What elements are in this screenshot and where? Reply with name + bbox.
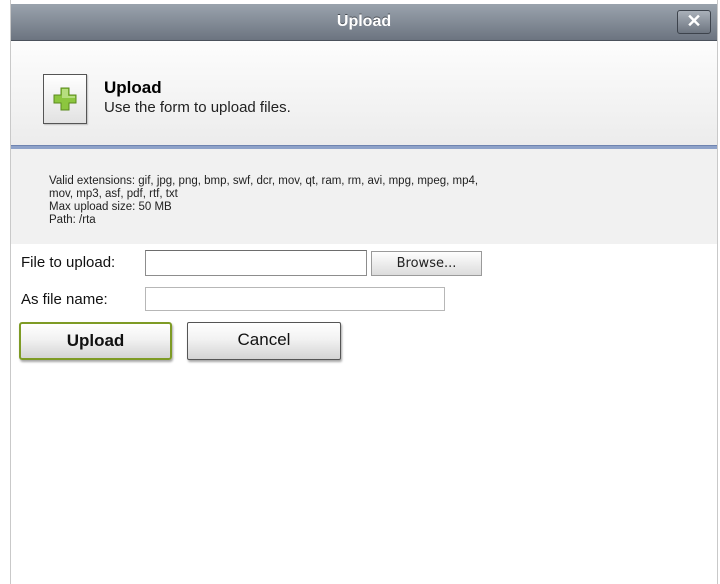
upload-icon-box	[43, 74, 87, 124]
cancel-button[interactable]: Cancel	[187, 322, 341, 360]
title-bar[interactable]: Upload ✕	[11, 4, 717, 41]
upload-info: Valid extensions: gif, jpg, png, bmp, sw…	[49, 175, 689, 227]
upload-button[interactable]: Upload	[19, 322, 172, 360]
close-icon: ✕	[686, 11, 702, 31]
file-name-input[interactable]	[145, 287, 445, 311]
file-name-label: As file name:	[21, 291, 108, 308]
valid-extensions-text: Valid extensions: gif, jpg, png, bmp, sw…	[49, 175, 479, 187]
window-title: Upload	[336, 13, 392, 30]
header-title: Upload	[104, 78, 162, 97]
file-path-input[interactable]	[145, 250, 367, 276]
close-button[interactable]: ✕	[677, 10, 711, 34]
file-to-upload-label: File to upload:	[21, 254, 116, 271]
info-panel: Valid extensions: gif, jpg, png, bmp, sw…	[11, 149, 717, 244]
valid-extensions-text-cont: mov, mp3, asf, pdf, rtf, txt	[49, 188, 178, 200]
plus-icon	[53, 87, 77, 111]
upload-dialog: Upload ✕ Upload Use the form to upload f…	[10, 0, 718, 584]
max-upload-size-text: Max upload size: 50 MB	[49, 201, 172, 213]
browse-button[interactable]: Browse...	[371, 251, 482, 276]
header-subtitle: Use the form to upload files.	[104, 99, 291, 116]
path-text: Path: /rta	[49, 214, 96, 226]
